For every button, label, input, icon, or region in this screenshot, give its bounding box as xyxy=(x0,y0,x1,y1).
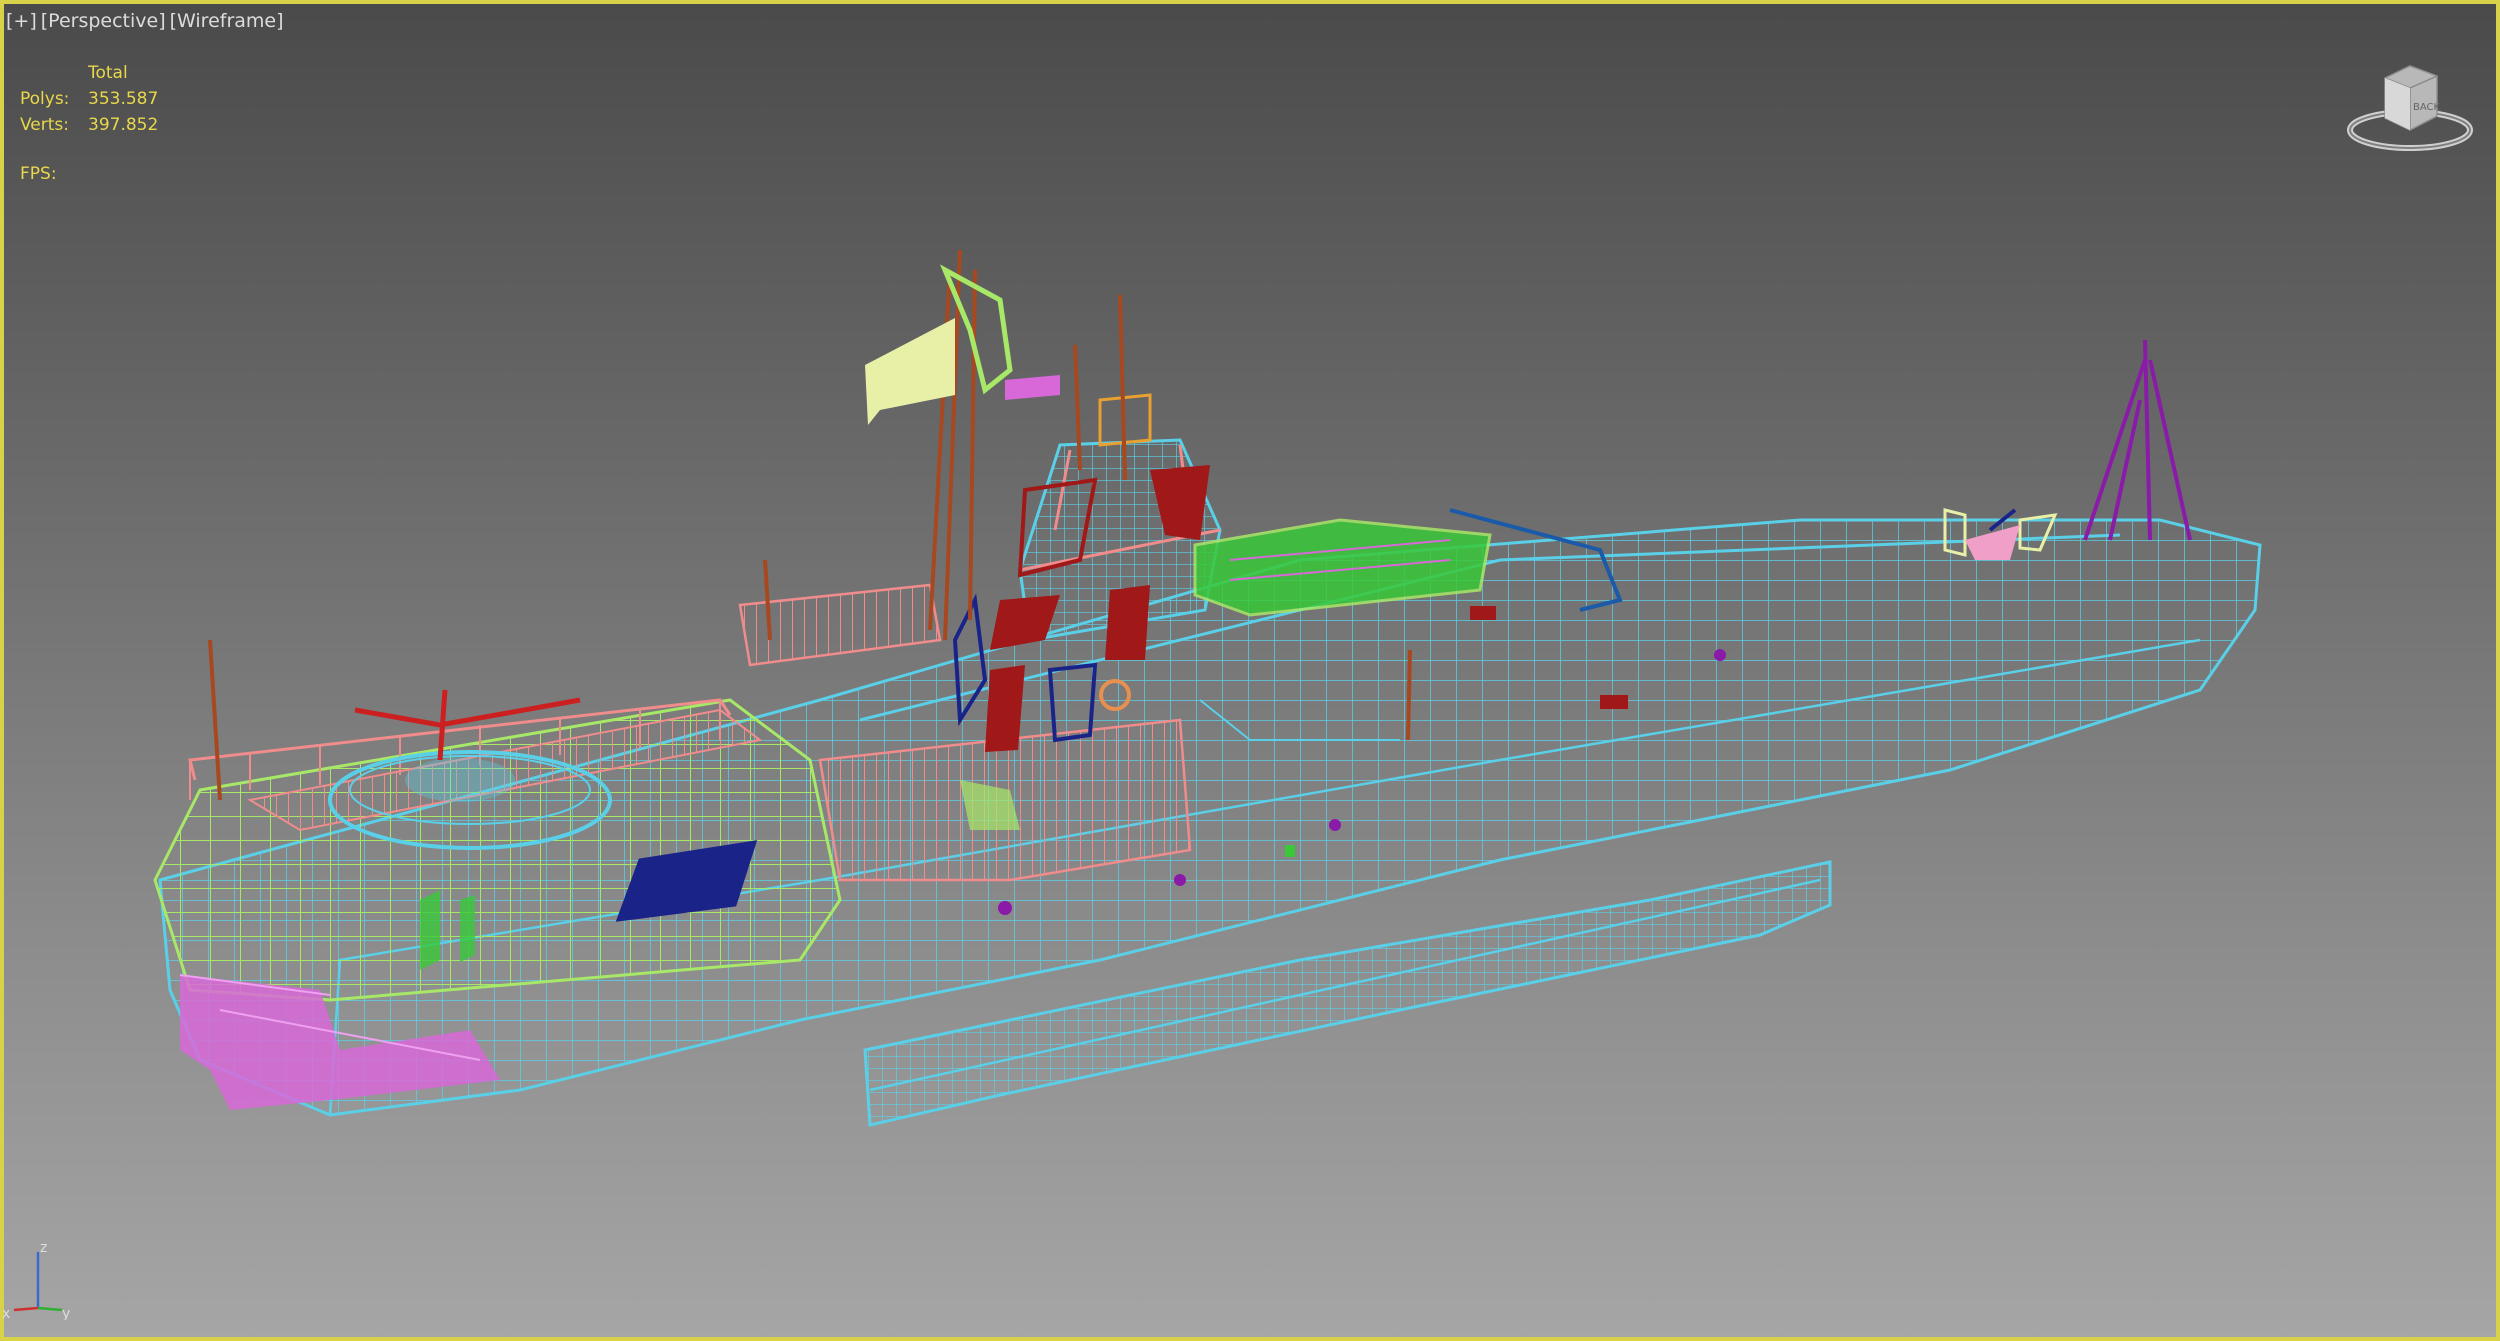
viewport-label-menu[interactable]: [+] [Perspective] [Wireframe] xyxy=(6,10,284,32)
axis-z-label: z xyxy=(40,1240,47,1256)
fps-label: FPS: xyxy=(20,164,57,184)
viewport-shading-menu[interactable]: [Wireframe] xyxy=(170,10,284,32)
stats-header: Total xyxy=(88,63,128,83)
viewcube-icon[interactable]: BACK xyxy=(2345,58,2475,158)
viewport-point-of-view-menu[interactable]: [Perspective] xyxy=(41,10,166,32)
verts-value: 397.852 xyxy=(88,115,159,135)
polys-row: Polys: 353.587 xyxy=(20,86,158,112)
axis-x-label: x xyxy=(2,1306,10,1320)
polys-label: Polys: xyxy=(20,89,70,109)
polys-value: 353.587 xyxy=(88,89,159,109)
wireframe-ship-model[interactable] xyxy=(0,0,2500,1341)
verts-label: Verts: xyxy=(20,115,70,135)
scene-statistics: Total Polys: 353.587 Verts: 397.852 xyxy=(20,60,158,138)
verts-row: Verts: 397.852 xyxy=(20,112,158,138)
viewcube-face-label: BACK xyxy=(2413,102,2441,113)
axis-y-label: y xyxy=(62,1306,70,1320)
viewport-general-menu[interactable]: [+] xyxy=(6,10,37,32)
axis-tripod-icon: z x y xyxy=(2,1240,70,1320)
